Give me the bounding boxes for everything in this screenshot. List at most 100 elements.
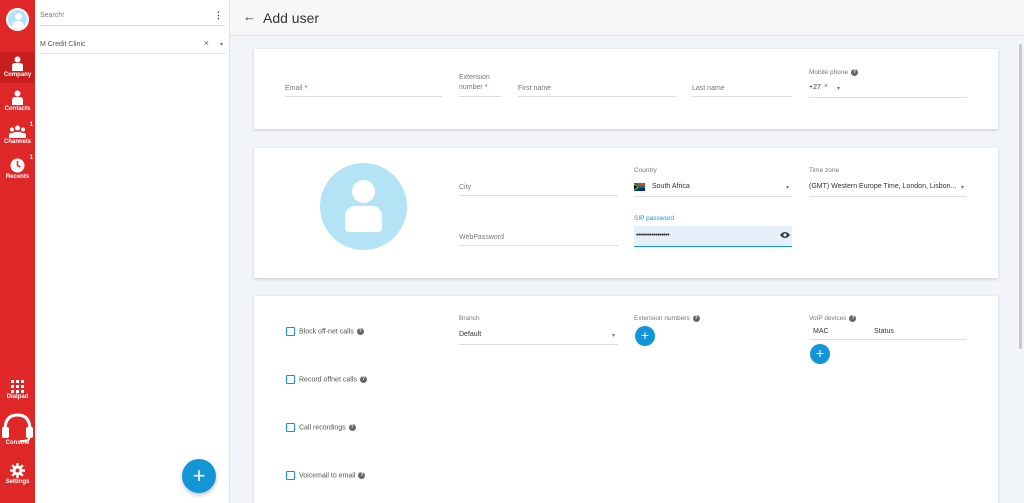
mobile-phone-field[interactable]: +27 × ▾ [809, 79, 967, 98]
recents-badge: 1 [29, 155, 33, 161]
extension-numbers-text: Extension numbers [634, 315, 690, 323]
company-filter-select[interactable]: M Credit Clinic × ▾ [40, 32, 225, 54]
call-recordings-text: Call recordings [299, 424, 346, 432]
dialpad-icon [11, 380, 24, 393]
extension-number-field[interactable]: Extension number * [459, 69, 501, 97]
nav-settings[interactable]: Settings [0, 463, 35, 485]
last-name-field[interactable]: Last name [692, 77, 792, 97]
clear-filter-icon[interactable]: × [204, 38, 209, 48]
chevron-down-icon[interactable]: ▾ [786, 184, 789, 191]
branch-select[interactable]: Default ▾ [459, 326, 618, 345]
sip-password-label: SIP password [634, 215, 674, 222]
web-password-label: WebPassword [459, 234, 505, 241]
channels-icon [9, 125, 26, 138]
country-code-value: +27 [809, 84, 821, 91]
block-offnet-text: Block off-net calls [299, 328, 354, 336]
nav-channels-label: Channels [3, 139, 31, 145]
timezone-label: Time zone [809, 167, 840, 174]
eye-icon[interactable] [780, 231, 790, 239]
help-icon[interactable]: ? [851, 69, 859, 76]
call-recordings-label: Call recordings? [299, 424, 356, 431]
block-offnet-label: Block off-net calls? [299, 328, 364, 335]
list-panel: Search! ⋮ M Credit Clinic × ▾ [35, 0, 230, 503]
nav-console-label: Console [5, 440, 30, 446]
col-mac: MAC [813, 328, 829, 335]
nav-contacts-label: Contacts [4, 106, 31, 112]
required-mark: * [304, 85, 308, 92]
nav-recents-label: Recents [5, 174, 30, 180]
avatar[interactable] [320, 163, 407, 250]
scrollbar[interactable] [1019, 44, 1022, 349]
email-label: Email [285, 85, 303, 92]
nav-dialpad-label: Dialpad [6, 394, 29, 400]
email-field[interactable]: Email * [285, 77, 442, 97]
nav-channels[interactable]: 1 Channels [0, 122, 35, 145]
help-icon[interactable]: ? [849, 315, 857, 322]
city-field[interactable]: City [459, 176, 618, 196]
headset-icon [2, 413, 33, 442]
extension-label-line2: number [459, 84, 483, 91]
call-recordings-checkbox[interactable] [286, 423, 295, 432]
timezone-select[interactable]: (GMT) Western Europe Time, London, Lisbo… [809, 178, 967, 197]
branch-label: Branch [459, 315, 480, 322]
record-offnet-checkbox[interactable] [286, 375, 295, 384]
company-icon [12, 56, 23, 71]
sip-password-value: ••••••••••••••••• [636, 232, 670, 239]
channels-badge: 1 [29, 122, 33, 128]
nav-dialpad[interactable]: Dialpad [0, 380, 35, 400]
help-icon[interactable]: ? [348, 424, 356, 431]
nav-console[interactable]: Console [0, 412, 35, 446]
chevron-down-icon[interactable]: ▾ [612, 332, 615, 339]
clear-country-code-icon[interactable]: × [824, 83, 828, 90]
chevron-down-icon[interactable]: ▾ [837, 85, 840, 92]
user-avatar[interactable] [6, 8, 29, 31]
basic-info-card: Email * Extension number * First name La… [254, 49, 998, 129]
nav-recents[interactable]: 1 Recents [0, 155, 35, 180]
nav-rail: Company Contacts 1 Channels 1 Recents Di… [0, 0, 35, 503]
settings-card: Block off-net calls? Record offnet calls… [254, 296, 998, 503]
web-password-field[interactable]: WebPassword [459, 226, 618, 246]
page-header: ← Add user [230, 0, 1024, 36]
page-title: Add user [263, 10, 320, 26]
mobile-phone-label-text: Mobile phone [809, 69, 849, 77]
voip-devices-table-header: MAC Status [809, 326, 967, 340]
country-label: Country [634, 167, 657, 174]
mobile-phone-label: Mobile phone? [809, 69, 859, 77]
sip-password-field[interactable]: ••••••••••••••••• [634, 226, 792, 247]
company-filter-value: M Credit Clinic [40, 41, 86, 48]
voip-devices-label: VoIP devices? [809, 315, 857, 322]
add-voip-device-button[interactable]: + [810, 344, 830, 364]
south-africa-flag-icon [634, 183, 645, 191]
help-icon[interactable]: ? [356, 328, 364, 335]
col-status: Status [874, 328, 894, 335]
chevron-down-icon[interactable]: ▾ [220, 41, 223, 48]
search-placeholder: Search! [40, 12, 65, 19]
voicemail-email-label: Voicemail to email? [299, 472, 366, 480]
record-offnet-text: Record offnet calls [299, 376, 357, 384]
nav-company-label: Company [3, 72, 32, 78]
first-name-field[interactable]: First name [518, 77, 676, 97]
first-name-label: First name [518, 85, 552, 92]
help-icon[interactable]: ? [359, 376, 367, 383]
branch-value: Default [459, 331, 482, 338]
search-input[interactable]: Search! ⋮ [40, 4, 225, 26]
chevron-down-icon[interactable]: ▾ [961, 184, 964, 191]
contacts-icon [12, 90, 23, 105]
nav-company[interactable]: Company [0, 52, 35, 83]
voicemail-email-text: Voicemail to email [299, 472, 356, 480]
record-offnet-label: Record offnet calls? [299, 376, 367, 383]
more-menu-icon[interactable]: ⋮ [214, 10, 223, 21]
clock-icon [10, 158, 25, 173]
help-icon[interactable]: ? [358, 472, 366, 479]
back-arrow-icon[interactable]: ← [243, 9, 256, 24]
country-select[interactable]: South Africa ▾ [634, 178, 792, 197]
nav-contacts[interactable]: Contacts [0, 90, 35, 112]
help-icon[interactable]: ? [692, 315, 700, 322]
required-mark: * [484, 84, 488, 91]
voicemail-email-checkbox[interactable] [286, 471, 295, 480]
add-fab-button[interactable]: + [182, 459, 216, 493]
block-offnet-checkbox[interactable] [286, 327, 295, 336]
extension-numbers-label: Extension numbers? [634, 315, 700, 322]
timezone-value: (GMT) Western Europe Time, London, Lisbo… [809, 183, 957, 190]
add-extension-button[interactable]: + [635, 326, 655, 346]
